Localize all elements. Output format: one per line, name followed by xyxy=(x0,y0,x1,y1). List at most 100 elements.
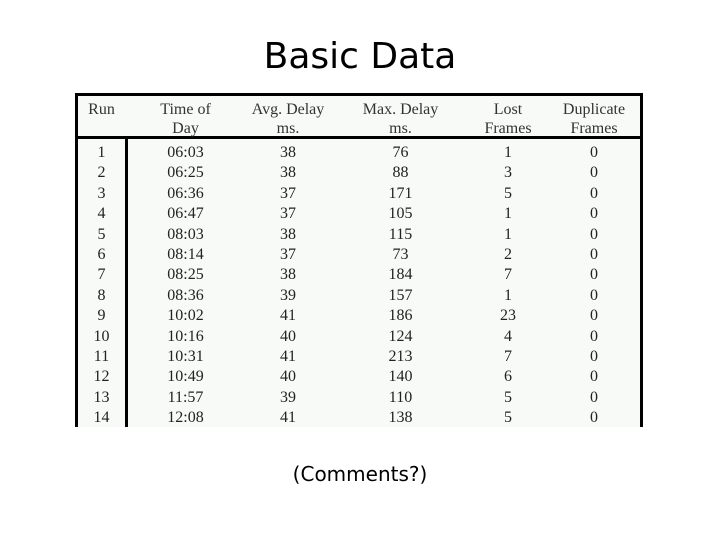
table-row: 10 10:16 40 124 4 0 xyxy=(78,327,640,347)
cell-time-of-day: 10:02 xyxy=(167,307,204,325)
cell-duplicate-frames: 0 xyxy=(590,348,598,365)
cell-max-delay: 171 xyxy=(388,184,413,202)
cell-time-of-day: 12:08 xyxy=(167,409,204,427)
cell-duplicate-frames: 0 xyxy=(590,409,598,427)
cell-lost-frames: 7 xyxy=(504,348,512,365)
cell-max-delay: 110 xyxy=(388,388,413,406)
cell-duplicate-frames: 0 xyxy=(590,205,598,223)
table-row: 5 08:03 38 115 1 0 xyxy=(78,225,640,245)
cell-lost-frames: 5 xyxy=(504,184,512,202)
header-run: Run xyxy=(78,100,125,119)
cell-max-delay: 115 xyxy=(388,225,413,243)
cell-duplicate-frames: 0 xyxy=(590,246,598,263)
cell-lost-frames: 1 xyxy=(504,225,512,243)
cell-time-of-day: 10:31 xyxy=(167,348,204,365)
comments-prompt: (Comments?) xyxy=(292,462,428,486)
table-row: 13 11:57 39 110 5 0 xyxy=(78,388,640,408)
cell-max-delay: 138 xyxy=(388,409,413,427)
cell-time-of-day: 06:47 xyxy=(167,205,204,223)
header-max-line2: ms. xyxy=(389,120,412,137)
cell-lost-frames: 4 xyxy=(504,327,512,345)
cell-run: 3 xyxy=(97,184,106,202)
cell-time-of-day: 08:03 xyxy=(167,225,204,243)
cell-duplicate-frames: 0 xyxy=(590,164,598,182)
table-header: Run Time of Day Avg. Delay ms. Max. Delay m… xyxy=(78,96,640,139)
header-time-line1: Time of xyxy=(160,101,211,118)
table-row: 11 10:31 41 213 7 0 xyxy=(78,347,640,367)
table-row: 2 06:25 38 88 3 0 xyxy=(78,163,640,183)
cell-max-delay: 186 xyxy=(388,307,413,325)
slide-title: Basic Data xyxy=(263,36,457,77)
cell-duplicate-frames: 0 xyxy=(590,184,598,202)
table-row: 7 08:25 38 184 7 0 xyxy=(78,265,640,285)
table-row: 1 06:03 38 76 1 0 xyxy=(78,143,640,163)
cell-avg-delay: 39 xyxy=(280,388,296,406)
cell-run: 12 xyxy=(93,368,110,386)
cell-time-of-day: 08:36 xyxy=(167,286,204,304)
cell-run: 13 xyxy=(93,388,110,406)
cell-avg-delay: 41 xyxy=(280,348,296,365)
cell-run: 11 xyxy=(93,348,110,365)
cell-avg-delay: 39 xyxy=(280,286,296,304)
cell-run: 1 xyxy=(97,144,106,161)
cell-avg-delay: 38 xyxy=(280,266,296,284)
cell-time-of-day: 08:25 xyxy=(167,266,204,284)
header-avg-line2: ms. xyxy=(276,120,300,137)
cell-time-of-day: 06:36 xyxy=(167,184,204,202)
cell-max-delay: 140 xyxy=(388,368,413,386)
cell-avg-delay: 37 xyxy=(280,246,296,263)
table-row: 8 08:36 39 157 1 0 xyxy=(78,286,640,306)
table-row: 14 12:08 41 138 5 0 xyxy=(78,408,640,428)
cell-avg-delay: 38 xyxy=(280,144,296,161)
cell-lost-frames: 6 xyxy=(504,368,512,386)
cell-duplicate-frames: 0 xyxy=(590,144,598,161)
cell-time-of-day: 08:14 xyxy=(167,246,204,263)
cell-run: 2 xyxy=(97,164,106,182)
cell-run: 9 xyxy=(97,307,106,325)
header-avg-delay: Avg. Delay ms. xyxy=(238,100,338,138)
table-row: 4 06:47 37 105 1 0 xyxy=(78,204,640,224)
cell-max-delay: 184 xyxy=(388,266,413,284)
cell-run: 8 xyxy=(97,286,106,304)
cell-duplicate-frames: 0 xyxy=(590,266,598,284)
table-row: 9 10:02 41 186 23 0 xyxy=(78,306,640,326)
cell-duplicate-frames: 0 xyxy=(590,327,598,345)
cell-max-delay: 105 xyxy=(388,205,413,223)
cell-duplicate-frames: 0 xyxy=(590,286,598,304)
cell-time-of-day: 10:49 xyxy=(167,368,204,386)
cell-max-delay: 124 xyxy=(388,327,413,345)
cell-duplicate-frames: 0 xyxy=(590,388,598,406)
cell-time-of-day: 06:03 xyxy=(167,144,204,161)
cell-run: 6 xyxy=(97,246,106,263)
cell-time-of-day: 10:16 xyxy=(167,327,204,345)
cell-lost-frames: 1 xyxy=(504,144,512,161)
cell-lost-frames: 1 xyxy=(504,205,512,223)
cell-max-delay: 73 xyxy=(392,246,409,263)
cell-avg-delay: 38 xyxy=(280,164,296,182)
header-time-line2: Day xyxy=(172,120,199,137)
cell-avg-delay: 41 xyxy=(280,307,296,325)
cell-lost-frames: 2 xyxy=(504,246,512,263)
cell-duplicate-frames: 0 xyxy=(590,225,598,243)
cell-max-delay: 88 xyxy=(392,164,409,182)
header-lost-line1: Lost xyxy=(493,101,523,118)
cell-avg-delay: 41 xyxy=(280,409,296,427)
cell-run: 7 xyxy=(97,266,106,284)
header-lost-frames: Lost Frames xyxy=(463,100,553,138)
cell-lost-frames: 1 xyxy=(504,286,512,304)
cell-avg-delay: 40 xyxy=(280,368,296,386)
cell-lost-frames: 23 xyxy=(500,307,516,325)
header-duplicate-frames: Duplicate Frames xyxy=(548,100,640,138)
header-avg-line1: Avg. Delay xyxy=(251,101,325,118)
cell-avg-delay: 40 xyxy=(280,327,296,345)
cell-avg-delay: 38 xyxy=(280,225,296,243)
table-row: 12 10:49 40 140 6 0 xyxy=(78,367,640,387)
header-max-line1: Max. Delay xyxy=(362,101,439,118)
header-dup-line2: Frames xyxy=(570,120,618,137)
header-dup-line1: Duplicate xyxy=(562,101,626,118)
cell-avg-delay: 37 xyxy=(280,184,296,202)
cell-run: 10 xyxy=(93,327,110,345)
cell-lost-frames: 5 xyxy=(504,409,512,427)
cell-run: 14 xyxy=(93,409,110,427)
table-row: 6 08:14 37 73 2 0 xyxy=(78,245,640,265)
